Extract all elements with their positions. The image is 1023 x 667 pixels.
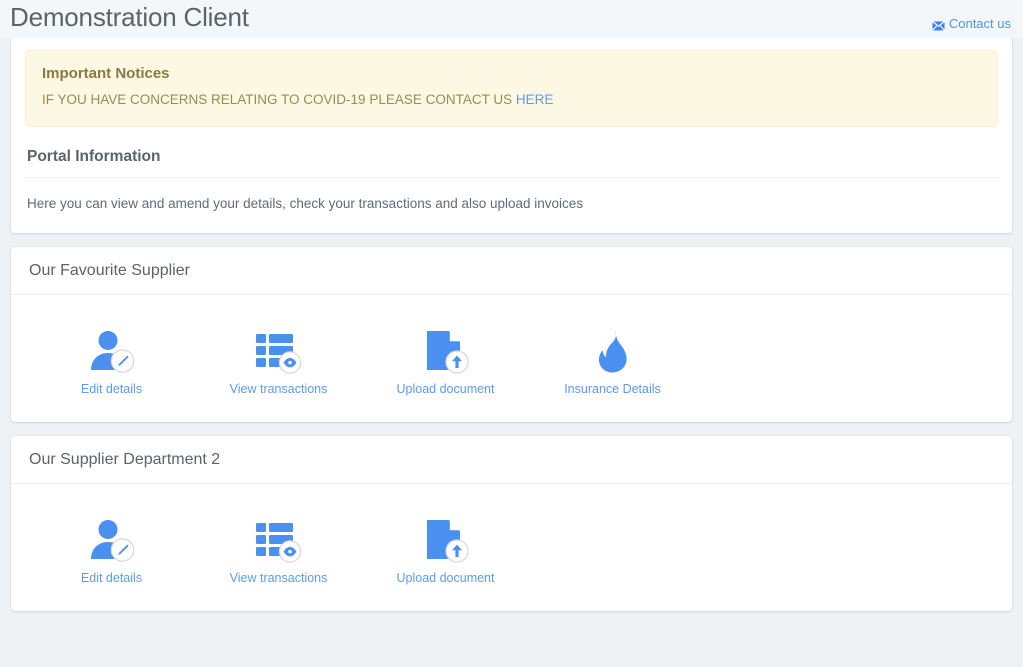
supplier-card: Our Supplier Department 2 Edit details V… [11,436,1012,611]
supplier-actions: Edit details View transactions Upload do… [28,309,995,400]
action-label: View transactions [229,382,328,396]
supplier-card: Our Favourite Supplier Edit details View… [11,247,1012,422]
supplier-actions: Edit details View transactions Upload do… [28,498,995,589]
envelope-icon [931,19,945,31]
list-view-icon [254,512,304,564]
list-view-icon [254,323,304,375]
action-edit-details[interactable]: Edit details [28,323,195,396]
important-notices-title: Important Notices [42,65,170,82]
user-edit-icon [87,512,137,564]
user-edit-icon [87,323,137,375]
action-label: Insurance Details [564,382,661,396]
supplier-title: Our Favourite Supplier [11,247,1012,295]
document-upload-icon [421,323,471,375]
document-upload-icon [421,512,471,564]
action-label: Upload document [396,571,495,585]
information-card: Important Notices IF YOU HAVE CONCERNS R… [11,38,1012,233]
contact-us-label: Contact us [948,16,1011,31]
action-insurance-details[interactable]: Insurance Details [529,323,696,396]
portal-page: Demonstration Client Contact us Importan… [0,0,1023,667]
portal-information-title: Portal Information [25,131,998,178]
notice-body-text: IF YOU HAVE CONCERNS RELATING TO COVID-1… [42,92,516,107]
action-label: Edit details [80,382,143,396]
supplier-title: Our Supplier Department 2 [11,436,1012,484]
contact-us-link[interactable]: Contact us [931,16,1011,31]
important-notices-text: IF YOU HAVE CONCERNS RELATING TO COVID-1… [42,91,981,109]
action-label: Edit details [80,571,143,585]
action-label: Upload document [396,382,495,396]
action-upload-document[interactable]: Upload document [362,323,529,396]
client-title: Demonstration Client [10,2,249,32]
action-label: View transactions [229,571,328,585]
action-upload-document[interactable]: Upload document [362,512,529,585]
page-header: Demonstration Client Contact us [0,0,1023,38]
important-notices-box: Important Notices IF YOU HAVE CONCERNS R… [25,50,998,127]
action-view-transactions[interactable]: View transactions [195,323,362,396]
notice-here-link[interactable]: HERE [516,92,554,107]
action-view-transactions[interactable]: View transactions [195,512,362,585]
action-edit-details[interactable]: Edit details [28,512,195,585]
flame-icon [588,323,638,375]
portal-information-text: Here you can view and amend your details… [27,196,584,211]
